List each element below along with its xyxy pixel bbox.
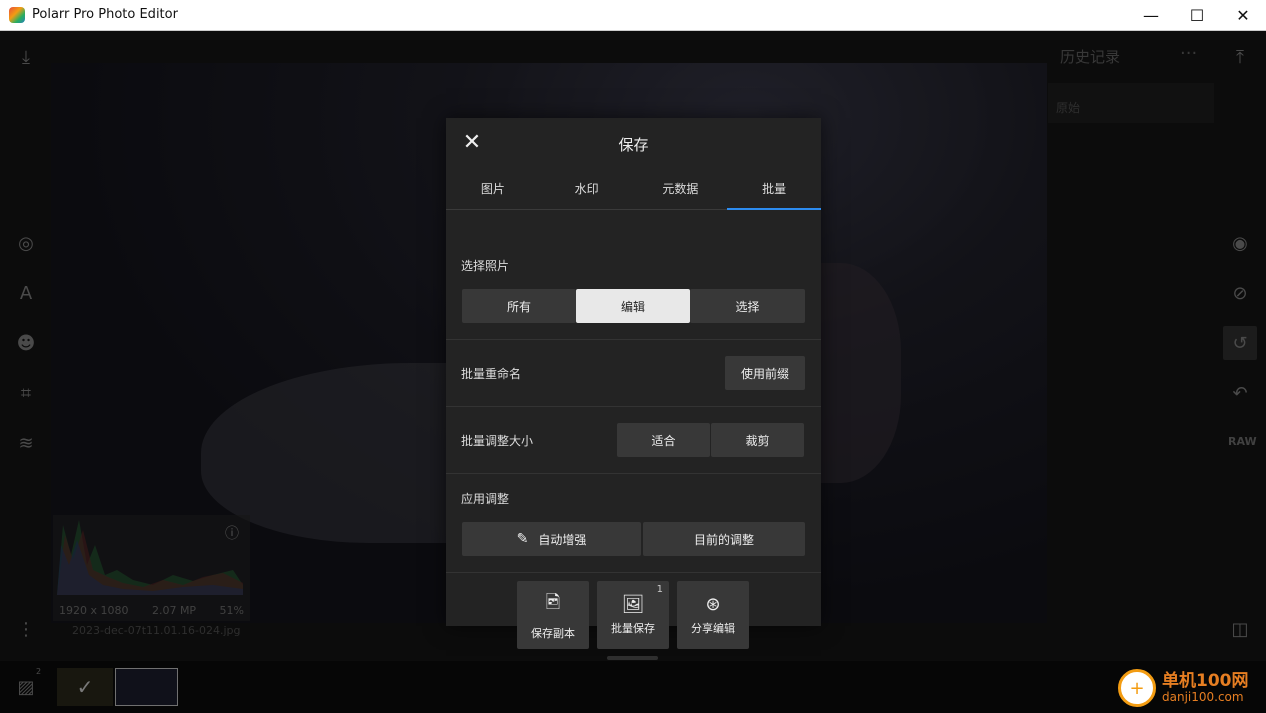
select-selected-button[interactable]: 选择 [690, 289, 805, 323]
auto-enhance-button[interactable]: ✎ 自动增强 [462, 522, 641, 556]
batch-save-label: 批量保存 [611, 622, 655, 635]
divider [446, 406, 821, 407]
watermark-cn: 单机100网 [1162, 670, 1249, 691]
share-filters-icon: ⊛ [705, 594, 721, 615]
batch-count-badge: 1 [656, 584, 663, 595]
save-copy-label: 保存副本 [531, 626, 575, 640]
share-edit-label: 分享编辑 [691, 622, 735, 635]
magic-wand-icon: ✎ [516, 531, 529, 547]
tab-image[interactable]: 图片 [446, 174, 540, 209]
batch-rename-label: 批量重命名 [461, 367, 522, 381]
current-adjustments-button[interactable]: 目前的调整 [643, 522, 805, 556]
minimize-button[interactable]: — [1128, 0, 1174, 31]
divider [446, 473, 821, 474]
maximize-button[interactable]: ☐ [1174, 0, 1220, 31]
select-photos-label: 选择照片 [461, 259, 510, 273]
window-title: Polarr Pro Photo Editor [32, 7, 178, 22]
app-workspace: ⤓ ◎ A ☻ ⌗ ≋ ⋮ 历史记录 ··· 原始 ⤒ ◉ ⊘ ↺ ↶ RAW … [0, 31, 1266, 713]
save-copy-button[interactable]: 🖻 保存副本 [517, 581, 589, 649]
tab-watermark[interactable]: 水印 [540, 174, 634, 209]
title-bar: Polarr Pro Photo Editor — ☐ ✕ [0, 0, 1266, 31]
apply-adjust-label: 应用调整 [461, 492, 510, 506]
app-icon [9, 7, 25, 23]
divider [446, 339, 821, 340]
save-dialog: ✕ 保存 图片 水印 元数据 批量 选择照片 所有 编辑 选择 批量重命名 使用… [446, 118, 821, 649]
auto-enhance-label: 自动增强 [538, 532, 587, 547]
tab-batch[interactable]: 批量 [727, 174, 821, 210]
image-icon: 🖼 [621, 594, 645, 615]
watermark-en: danji100.com [1162, 689, 1244, 704]
select-all-button[interactable]: 所有 [462, 289, 576, 323]
watermark-logo-icon: + [1118, 669, 1156, 707]
select-edited-button[interactable]: 编辑 [576, 289, 690, 323]
site-watermark: + 单机100网 danji100.com [1118, 666, 1249, 710]
batch-save-button[interactable]: 1 🖼 批量保存 [597, 581, 669, 649]
image-plus-icon: 🖻 [545, 591, 561, 613]
batch-resize-label: 批量调整大小 [461, 434, 534, 448]
use-prefix-button[interactable]: 使用前缀 [725, 356, 805, 390]
resize-crop-button[interactable]: 裁剪 [711, 423, 804, 457]
dialog-tabs: 图片 水印 元数据 批量 [446, 174, 821, 210]
share-edit-button[interactable]: ⊛ 分享编辑 [677, 581, 749, 649]
dialog-title: 保存 [618, 136, 649, 154]
close-window-button[interactable]: ✕ [1220, 0, 1266, 31]
divider [446, 572, 821, 573]
resize-fit-button[interactable]: 适合 [617, 423, 710, 457]
tab-metadata[interactable]: 元数据 [634, 174, 728, 209]
